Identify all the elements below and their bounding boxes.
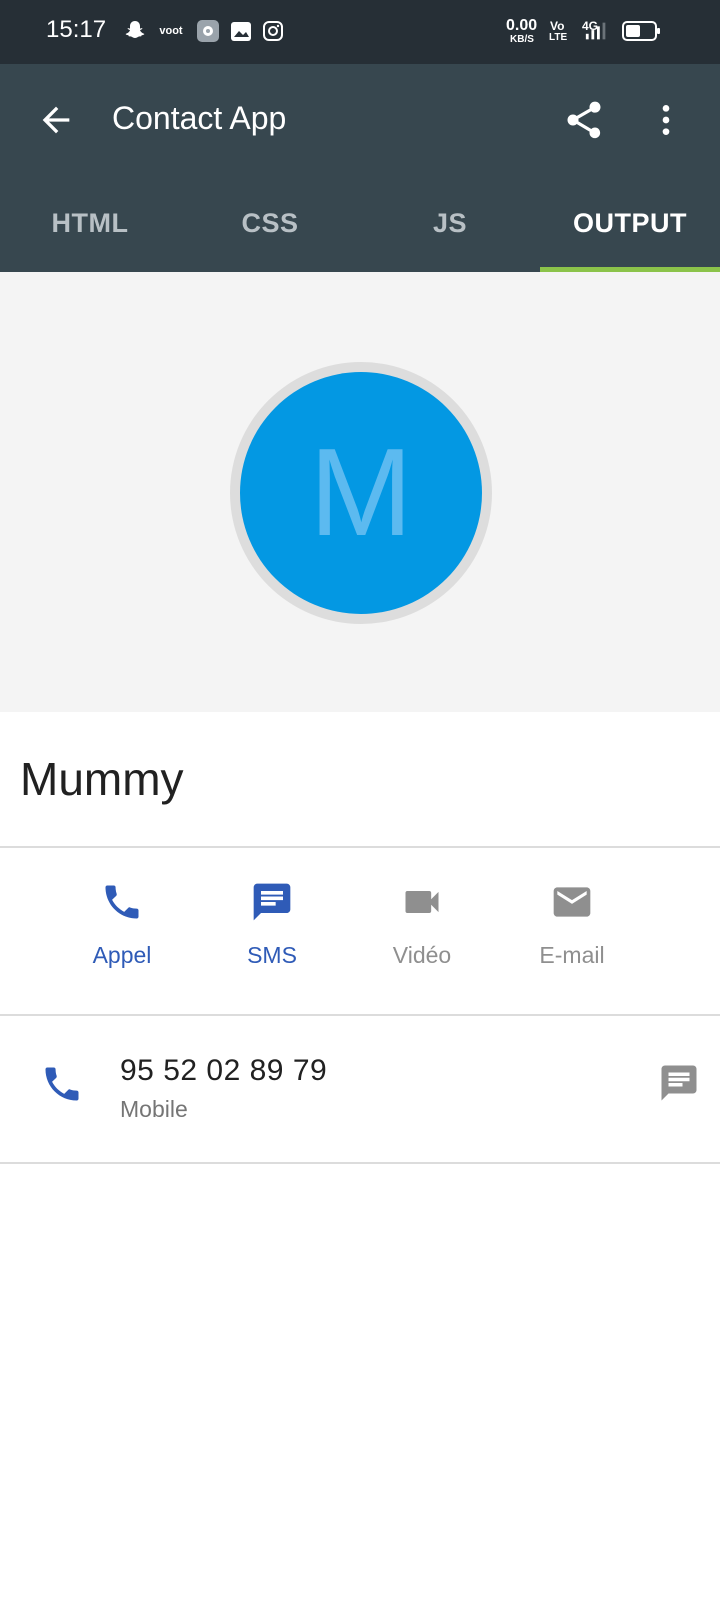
tab-html[interactable]: HTML: [0, 174, 180, 272]
avatar-ring: M: [230, 362, 492, 624]
share-button[interactable]: [556, 92, 612, 148]
voot-label: voot: [159, 25, 183, 37]
app-bar: Contact App: [0, 64, 720, 174]
status-time: 15:17: [46, 16, 107, 43]
phone-type: Mobile: [120, 1096, 188, 1122]
share-icon: [567, 101, 601, 139]
call-action-label: Appel: [92, 942, 152, 968]
tab-output[interactable]: OUTPUT: [540, 174, 720, 272]
phone-icon: [40, 1062, 84, 1111]
settings-app-icon: [195, 18, 221, 44]
tab-js[interactable]: JS: [360, 174, 540, 272]
sms-action-label: SMS: [247, 942, 297, 968]
net-speed-unit: KB/S: [510, 34, 534, 45]
volte-bottom: LTE: [549, 32, 568, 43]
back-button[interactable]: [30, 94, 82, 146]
message-icon: [661, 1065, 697, 1101]
app-title: Contact App: [112, 100, 287, 136]
more-options-button[interactable]: [640, 92, 692, 148]
tab-css[interactable]: CSS: [180, 174, 360, 272]
avatar-initial: M: [309, 424, 413, 562]
phone-number-row[interactable]: [0, 1016, 720, 1162]
call-action-button[interactable]: Appel: [52, 880, 192, 969]
sms-action-button[interactable]: SMS: [202, 880, 342, 969]
videocam-icon: [405, 891, 439, 913]
email-action-button[interactable]: E-mail: [502, 880, 642, 969]
contact-name: Mummy: [20, 753, 184, 805]
divider: [0, 1162, 720, 1164]
gallery-icon: [228, 18, 254, 44]
battery-icon: [622, 18, 662, 44]
divider: [0, 846, 720, 848]
tab-bar: HTML CSS JS OUTPUT: [0, 174, 720, 272]
email-action-label: E-mail: [539, 942, 605, 968]
video-action-label: Vidéo: [392, 942, 452, 968]
video-action-button[interactable]: Vidéo: [352, 880, 492, 969]
signal-icon: [584, 18, 610, 44]
more-vert-icon: [662, 105, 670, 135]
status-bar: 15:17 voot 0.00 KB/S Vo LTE 4G: [0, 0, 720, 64]
contact-header: M: [0, 272, 720, 712]
snapchat-icon: [122, 18, 148, 44]
instagram-icon: [260, 18, 286, 44]
volte-top: Vo: [550, 19, 565, 33]
phone-number[interactable]: 95 52 02 89 79: [120, 1054, 327, 1088]
arrow-left-icon: [42, 106, 70, 134]
email-icon: [553, 887, 591, 917]
net-speed-value: 0.00: [506, 17, 538, 34]
voot-icon: voot: [156, 18, 186, 44]
phone-icon: [105, 885, 139, 919]
sms-icon: [253, 883, 291, 921]
avatar: M: [240, 372, 482, 614]
message-button[interactable]: [658, 1062, 700, 1109]
